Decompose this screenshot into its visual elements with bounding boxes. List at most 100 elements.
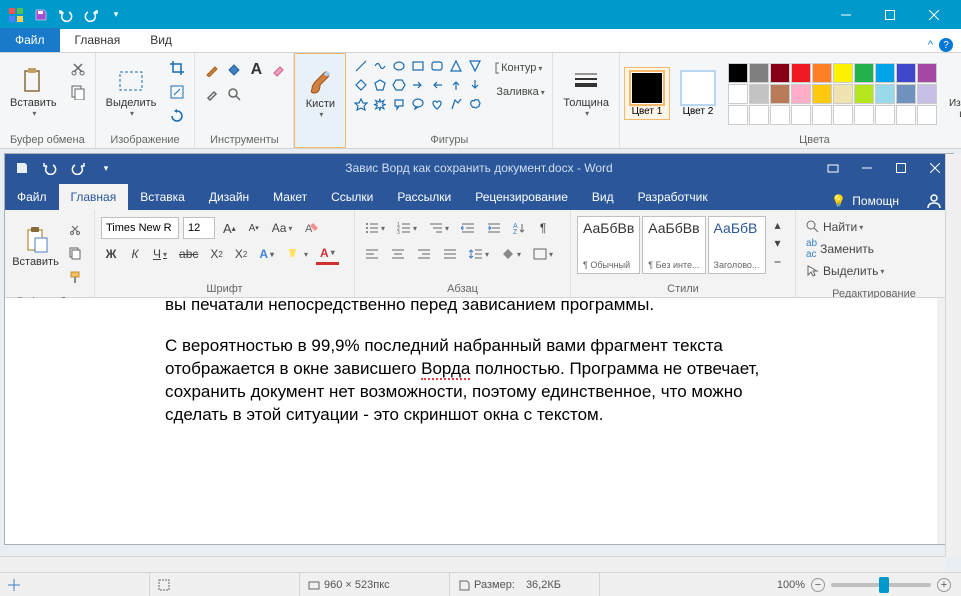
zoom-out-button[interactable]: − bbox=[811, 578, 825, 592]
color-swatch[interactable] bbox=[875, 84, 895, 104]
color-swatch[interactable] bbox=[896, 84, 916, 104]
rotate-icon[interactable] bbox=[166, 105, 188, 127]
brushes-button[interactable]: Кисти ▾ bbox=[299, 56, 341, 130]
help-icon[interactable]: ? bbox=[939, 38, 953, 52]
color-palette[interactable] bbox=[726, 61, 939, 127]
text-effects-icon[interactable]: A▾ bbox=[255, 243, 278, 265]
maximize-button[interactable] bbox=[868, 0, 912, 29]
tab-file[interactable]: Файл bbox=[0, 28, 60, 52]
word-tab-refs[interactable]: Ссылки bbox=[319, 184, 385, 210]
word-tab-file[interactable]: Файл bbox=[5, 184, 59, 210]
font-name-select[interactable] bbox=[101, 217, 179, 239]
select-button[interactable]: Выделить▾ bbox=[802, 260, 892, 282]
color-swatch[interactable] bbox=[896, 105, 916, 125]
color-swatch[interactable] bbox=[854, 105, 874, 125]
color-swatch[interactable] bbox=[791, 105, 811, 125]
word-tab-mail[interactable]: Рассылки bbox=[385, 184, 463, 210]
style-nospacing[interactable]: АаБбВв ¶ Без инте... bbox=[642, 216, 705, 274]
line-spacing-icon[interactable]: ▾ bbox=[465, 243, 493, 265]
replace-button[interactable]: abacЗаменить bbox=[802, 238, 892, 260]
cut-icon[interactable] bbox=[67, 57, 89, 79]
resize-icon[interactable] bbox=[166, 81, 188, 103]
word-qat-dropdown[interactable]: ▾ bbox=[95, 157, 117, 179]
word-tab-view[interactable]: Вид bbox=[580, 184, 626, 210]
word-save-icon[interactable] bbox=[11, 157, 33, 179]
word-cut-icon[interactable] bbox=[64, 218, 86, 240]
color2-button[interactable]: Цвет 2 bbox=[676, 68, 720, 119]
shape-fill-button[interactable]: Заливка▾ bbox=[490, 81, 546, 103]
shading-icon[interactable]: ▾ bbox=[497, 243, 525, 265]
color1-button[interactable]: Цвет 1 bbox=[624, 67, 670, 120]
word-close-icon[interactable] bbox=[923, 162, 947, 174]
shape-outline-button[interactable]: Контур▾ bbox=[490, 57, 546, 79]
word-tab-review[interactable]: Рецензирование bbox=[463, 184, 580, 210]
color-swatch[interactable] bbox=[749, 84, 769, 104]
word-tab-layout[interactable]: Макет bbox=[261, 184, 319, 210]
color-swatch[interactable] bbox=[770, 63, 790, 83]
color-swatch[interactable] bbox=[728, 63, 748, 83]
thickness-button[interactable]: Толщина ▾ bbox=[557, 55, 615, 129]
color-swatch[interactable] bbox=[728, 105, 748, 125]
word-redo-icon[interactable] bbox=[67, 157, 89, 179]
word-ribbon-options-icon[interactable] bbox=[821, 162, 845, 174]
color-swatch[interactable] bbox=[770, 84, 790, 104]
color-swatch[interactable] bbox=[749, 63, 769, 83]
color-swatch[interactable] bbox=[833, 84, 853, 104]
word-copy-icon[interactable] bbox=[64, 242, 86, 264]
tell-me-label[interactable]: Помощн bbox=[852, 194, 899, 208]
sort-icon[interactable]: AZ bbox=[509, 217, 529, 239]
paint-app-icon[interactable] bbox=[5, 4, 27, 26]
style-heading1[interactable]: АаБбВ Заголово... bbox=[708, 216, 766, 274]
color-swatch[interactable] bbox=[917, 105, 937, 125]
color-swatch[interactable] bbox=[917, 63, 937, 83]
align-right-icon[interactable] bbox=[413, 243, 435, 265]
zoom-in-button[interactable]: + bbox=[937, 578, 951, 592]
multilevel-icon[interactable]: ▾ bbox=[425, 217, 453, 239]
word-minimize-icon[interactable] bbox=[855, 162, 879, 174]
save-icon[interactable] bbox=[30, 4, 52, 26]
strike-button[interactable]: abc bbox=[175, 243, 202, 265]
tell-me-icon[interactable]: 💡 bbox=[831, 194, 846, 208]
redo-icon[interactable] bbox=[80, 4, 102, 26]
word-document-area[interactable]: вы печатали непосредственно перед зависа… bbox=[5, 298, 953, 544]
edit-colors-button[interactable]: Изменение цветов bbox=[945, 57, 961, 131]
color-swatch[interactable] bbox=[854, 84, 874, 104]
ribbon-collapse-icon[interactable]: ^ bbox=[928, 39, 933, 51]
shrink-font-icon[interactable]: A▾ bbox=[244, 217, 264, 239]
select-button[interactable]: Выделить ▾ bbox=[100, 55, 163, 129]
zoom-slider[interactable] bbox=[831, 583, 931, 587]
undo-icon[interactable] bbox=[55, 4, 77, 26]
styles-more-icon[interactable]: ⎯ bbox=[768, 252, 788, 270]
word-maximize-icon[interactable] bbox=[889, 162, 913, 174]
color-swatch[interactable] bbox=[749, 105, 769, 125]
color-swatch[interactable] bbox=[896, 63, 916, 83]
color-swatch[interactable] bbox=[833, 105, 853, 125]
word-paste-button[interactable]: Вставить bbox=[11, 216, 60, 278]
text-icon[interactable]: A bbox=[245, 59, 267, 81]
zoom-thumb[interactable] bbox=[879, 577, 889, 593]
show-marks-icon[interactable]: ¶ bbox=[533, 217, 553, 239]
color-swatch[interactable] bbox=[791, 84, 811, 104]
word-tab-home[interactable]: Главная bbox=[59, 184, 129, 210]
minimize-button[interactable] bbox=[824, 0, 868, 29]
styles-up-icon[interactable]: ▴ bbox=[768, 216, 788, 234]
color-swatch[interactable] bbox=[791, 63, 811, 83]
clear-format-icon[interactable]: A bbox=[300, 217, 324, 239]
justify-icon[interactable] bbox=[439, 243, 461, 265]
find-button[interactable]: Найти▾ bbox=[802, 216, 892, 238]
font-color-icon[interactable]: A▾ bbox=[316, 243, 339, 265]
tab-view[interactable]: Вид bbox=[135, 28, 187, 52]
color-swatch[interactable] bbox=[770, 105, 790, 125]
paint-hscrollbar[interactable] bbox=[0, 556, 945, 572]
highlight-icon[interactable]: ▾ bbox=[282, 243, 312, 265]
eyedropper-icon[interactable] bbox=[201, 83, 223, 105]
color-swatch[interactable] bbox=[812, 63, 832, 83]
qat-dropdown-icon[interactable]: ▾ bbox=[105, 4, 127, 26]
borders-icon[interactable]: ▾ bbox=[529, 243, 557, 265]
color-swatch[interactable] bbox=[875, 63, 895, 83]
word-tab-insert[interactable]: Вставка bbox=[128, 184, 197, 210]
color-swatch[interactable] bbox=[833, 63, 853, 83]
word-format-painter-icon[interactable] bbox=[64, 266, 86, 288]
color-swatch[interactable] bbox=[812, 84, 832, 104]
tab-home[interactable]: Главная bbox=[60, 28, 136, 52]
